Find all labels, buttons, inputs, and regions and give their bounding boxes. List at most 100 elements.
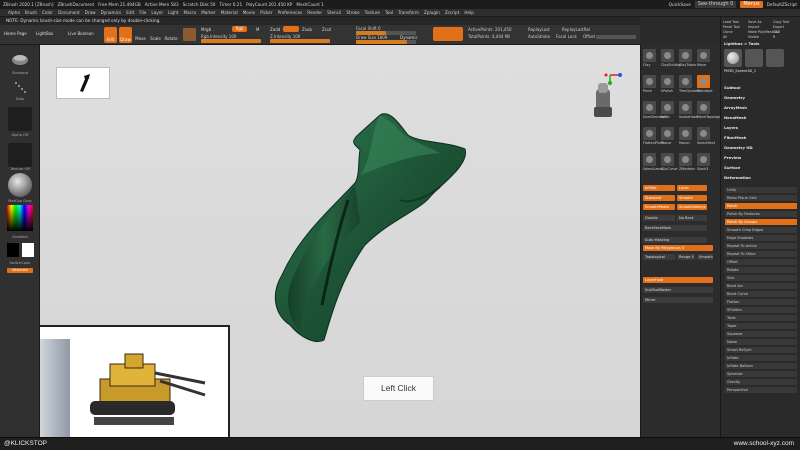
- palette-section-header[interactable]: Deformation: [724, 175, 751, 180]
- seethrough-slider[interactable]: See-through 0: [694, 1, 737, 8]
- menu-item[interactable]: Marker: [201, 10, 215, 15]
- tool-header-button[interactable]: Clone: [723, 30, 733, 34]
- dynamic-brush-toggle[interactable]: [433, 27, 463, 41]
- menu-item[interactable]: Movie: [243, 10, 255, 15]
- deformation-slider[interactable]: Edge Shadows: [725, 235, 797, 241]
- alternate-button[interactable]: Alternate: [7, 268, 33, 273]
- lightbox-tools-button[interactable]: Lightbox > Tools: [724, 41, 759, 46]
- brush-button-inflate[interactable]: Inflate: [643, 185, 675, 191]
- brush-button-smooth-peaks[interactable]: SmoothPeaks: [643, 204, 675, 210]
- palette-section-header[interactable]: Geometry: [724, 95, 745, 100]
- offset-slider[interactable]: [596, 35, 636, 39]
- quicksave-button[interactable]: QuickSave: [669, 2, 691, 7]
- deformation-slider[interactable]: Smart ReSym: [725, 347, 797, 353]
- brush-tile[interactable]: [643, 49, 656, 62]
- menu-item[interactable]: Preferences: [278, 10, 303, 15]
- deformation-slider[interactable]: Polish By Features: [725, 211, 797, 217]
- menu-item[interactable]: Color: [42, 10, 53, 15]
- zadd-active[interactable]: [283, 26, 299, 32]
- tool-header-button[interactable]: Visible: [748, 35, 759, 39]
- brush-tile[interactable]: [643, 153, 656, 166]
- zadd-button[interactable]: Zadd: [270, 27, 280, 32]
- brush-tile[interactable]: [643, 127, 656, 140]
- brush-button-standard[interactable]: Standard: [643, 195, 675, 201]
- menu-item[interactable]: Zplugin: [424, 10, 440, 15]
- tool-header-button[interactable]: Paste Tool: [723, 25, 740, 29]
- brush-tile[interactable]: [697, 153, 710, 166]
- brush-tile[interactable]: [661, 153, 674, 166]
- menu-item[interactable]: Light: [168, 10, 178, 15]
- deformation-slider[interactable]: Repeat To Active: [725, 243, 797, 249]
- deformation-slider[interactable]: Rotate: [725, 267, 797, 273]
- menu-item[interactable]: Brush: [25, 10, 37, 15]
- tool-header-button[interactable]: Copy Tool: [773, 20, 789, 24]
- zsub-button[interactable]: Zsub: [302, 27, 312, 32]
- mesh-model[interactable]: [260, 105, 480, 355]
- menu-item[interactable]: Picker: [260, 10, 272, 15]
- brush-button-layer[interactable]: Layer: [677, 185, 707, 191]
- deformation-slider[interactable]: Size: [725, 275, 797, 281]
- brush-button-smooth-valleys[interactable]: SmoothValleys: [677, 204, 707, 210]
- focal-lock-button[interactable]: Focal Lock: [556, 34, 577, 39]
- menu-item[interactable]: Tool: [385, 10, 393, 15]
- brush-tile[interactable]: [643, 101, 656, 114]
- menu-item[interactable]: Stroke: [346, 10, 359, 15]
- no-back-toggle[interactable]: No Back: [677, 215, 707, 221]
- replay-last-rel-button[interactable]: ReplayLastRel: [562, 27, 590, 32]
- menu-item[interactable]: Material: [221, 10, 238, 15]
- z-intensity-slider[interactable]: [270, 39, 330, 43]
- scale-button[interactable]: Scale: [149, 36, 162, 41]
- secondary-color-swatch[interactable]: [7, 243, 19, 257]
- palette-section-header[interactable]: Subtool: [724, 85, 741, 90]
- tool-header-button[interactable]: All: [723, 35, 727, 39]
- edit-button[interactable]: Edit: [104, 27, 117, 43]
- palette-section-header[interactable]: NanoMesh: [724, 115, 746, 120]
- dots-stroke-icon[interactable]: [12, 79, 28, 95]
- live-boolean-button[interactable]: Live Boolean: [68, 31, 94, 36]
- home-page-button[interactable]: Home Page: [4, 31, 27, 36]
- dynamic-button[interactable]: Dynamic: [400, 35, 418, 40]
- default-script-button[interactable]: DefaultZScript: [767, 2, 797, 7]
- palette-section-header[interactable]: FiberMesh: [724, 135, 746, 140]
- material-thumbnail[interactable]: [8, 173, 32, 197]
- brush-tile[interactable]: [661, 127, 674, 140]
- deformation-slider[interactable]: Squeeze: [725, 331, 797, 337]
- menus-button[interactable]: Menus: [740, 1, 763, 8]
- menu-item[interactable]: File: [139, 10, 146, 15]
- deformation-slider[interactable]: Repeat To Other: [725, 251, 797, 257]
- deformation-slider[interactable]: Polish: [725, 203, 797, 209]
- brush-tile[interactable]: [679, 75, 692, 88]
- menu-item[interactable]: Edit: [126, 10, 134, 15]
- brush-tile[interactable]: [697, 101, 710, 114]
- deformation-slider[interactable]: Polish By Groups: [725, 219, 797, 225]
- palette-section-header[interactable]: Geometry HD: [724, 145, 753, 150]
- tool-thumbnail-2[interactable]: [745, 49, 763, 67]
- palette-section-header[interactable]: Surface: [724, 165, 740, 170]
- menu-item[interactable]: Layer: [151, 10, 163, 15]
- auto-masking-header[interactable]: Auto Masking: [643, 237, 707, 243]
- zcut-button[interactable]: Zcut: [322, 27, 331, 32]
- back-face-mask-toggle[interactable]: BackFaceMask: [643, 225, 707, 231]
- brush-tile[interactable]: [661, 101, 674, 114]
- texture-thumbnail[interactable]: [8, 143, 32, 167]
- material-swatch[interactable]: [183, 28, 196, 41]
- deformation-slider[interactable]: Inflate Balloon: [725, 363, 797, 369]
- deformation-slider[interactable]: Bend Arc: [725, 283, 797, 289]
- lightbox-button[interactable]: LightBox: [36, 31, 53, 36]
- primary-color-swatch[interactable]: [22, 243, 34, 257]
- menu-item[interactable]: Zscript: [445, 10, 460, 15]
- navigation-gizmo[interactable]: [588, 67, 628, 123]
- move-button[interactable]: Move: [134, 36, 147, 41]
- palette-section-header[interactable]: Preview: [724, 155, 741, 160]
- rgb-intensity-slider[interactable]: [201, 39, 261, 43]
- menu-item[interactable]: Transform: [398, 10, 419, 15]
- tool-header-button[interactable]: R: [773, 35, 775, 39]
- document-canvas[interactable]: Left Click: [40, 45, 640, 437]
- brush-tile[interactable]: [661, 49, 674, 62]
- auto-stroke-button[interactable]: AutoStroke: [528, 34, 550, 39]
- switch-color-label[interactable]: SwitchColor: [6, 261, 34, 265]
- palette-section-header[interactable]: Layers: [724, 125, 738, 130]
- deformation-slider[interactable]: Noise: [725, 339, 797, 345]
- menu-item[interactable]: Texture: [365, 10, 380, 15]
- mask-by-polygroups-slider[interactable]: Mask By Polygroups 0: [643, 245, 713, 251]
